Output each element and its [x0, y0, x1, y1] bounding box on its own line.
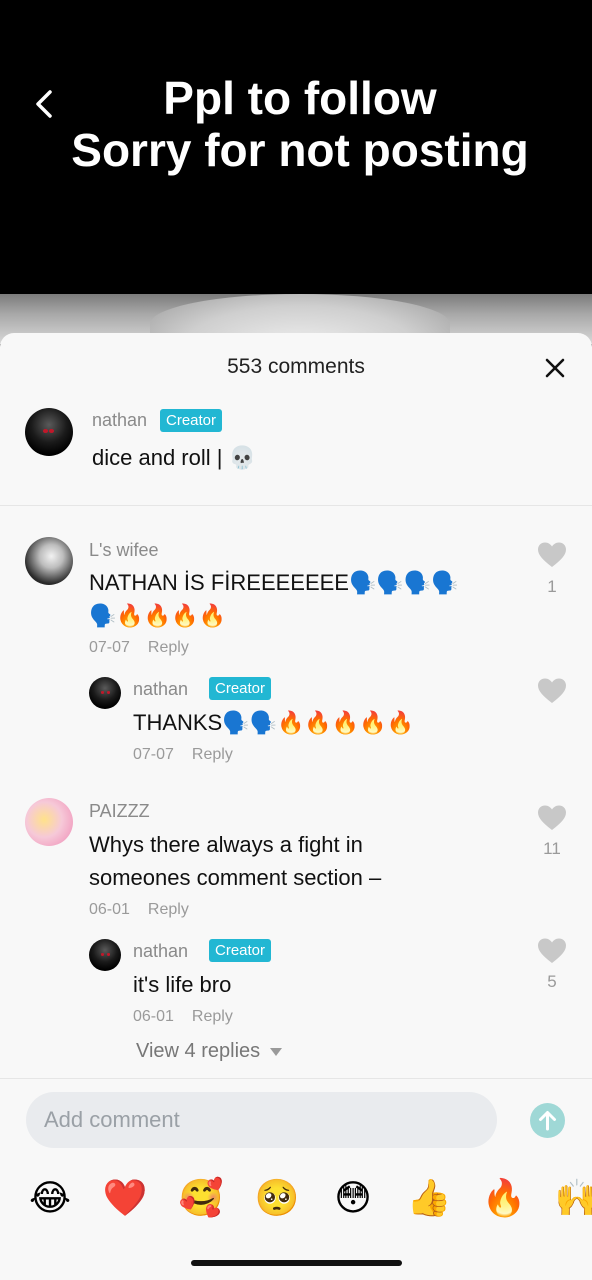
- reply-button[interactable]: Reply: [148, 639, 189, 656]
- comment-text-line-2: someones comment section –: [89, 865, 382, 890]
- emoji-raised-hands[interactable]: 🙌: [552, 1176, 592, 1220]
- creator-badge: Creator: [209, 939, 272, 962]
- username[interactable]: L's wifee: [89, 540, 158, 561]
- like-button[interactable]: [537, 541, 567, 569]
- heart-icon: [538, 542, 566, 567]
- emoji-pleading[interactable]: 🥺: [252, 1176, 302, 1220]
- username[interactable]: nathan: [92, 410, 147, 431]
- creator-badge: Creator: [160, 409, 223, 432]
- arrow-up-icon: [539, 1111, 556, 1131]
- add-comment-input[interactable]: [26, 1092, 497, 1148]
- like-button[interactable]: [537, 677, 567, 705]
- comment-input-bar: [0, 1078, 592, 1162]
- heart-icon: [538, 805, 566, 830]
- like-count: 1: [547, 577, 557, 596]
- emoji-smiling-hearts[interactable]: 🥰: [176, 1176, 226, 1220]
- caption-line-1: Ppl to follow: [163, 72, 437, 124]
- comment-meta: 06-01 Reply: [133, 1008, 233, 1026]
- username[interactable]: PAIZZZ: [89, 801, 150, 822]
- comment-text-line-1: NATHAN İS FİREEEEEEE🗣️🗣️🗣️🗣️: [89, 570, 459, 595]
- comment-date: 07-07: [89, 639, 130, 656]
- comment-text-line-1: Whys there always a fight in: [89, 832, 363, 857]
- quick-emoji-bar: 😂 ❤️ 🥰 🥺 😳 👍 🔥 🙌: [0, 1162, 592, 1242]
- comment-text: NATHAN İS FİREEEEEEE🗣️🗣️🗣️🗣️ 🗣️🔥🔥🔥🔥: [89, 566, 459, 632]
- creator-badge: Creator: [209, 677, 272, 700]
- comment-text: THANKS🗣️🗣️🔥🔥🔥🔥🔥: [133, 710, 414, 735]
- avatar[interactable]: [25, 798, 73, 846]
- comment-meta: 07-07 Reply: [133, 746, 233, 764]
- comment-meta: 07-07 Reply: [89, 639, 189, 657]
- reply-button[interactable]: Reply: [192, 1008, 233, 1025]
- view-replies-button[interactable]: View 4 replies: [136, 1040, 283, 1063]
- comment-date: 07-07: [133, 746, 174, 763]
- like-button[interactable]: [537, 804, 567, 832]
- comment-date: 06-01: [89, 901, 130, 918]
- caption-line-2: Sorry for not posting: [71, 124, 529, 176]
- avatar[interactable]: [25, 408, 73, 456]
- send-button[interactable]: [530, 1103, 565, 1138]
- like-count: 11: [543, 839, 561, 858]
- video-background: Ppl to follow Sorry for not posting: [0, 0, 592, 354]
- comment-text: it's life bro: [133, 972, 232, 997]
- emoji-fire[interactable]: 🔥: [479, 1176, 529, 1220]
- comment-text: Whys there always a fight in someones co…: [89, 828, 381, 894]
- emoji-thumbs-up[interactable]: 👍: [404, 1176, 454, 1220]
- reply-button[interactable]: Reply: [148, 901, 189, 918]
- emoji-heart[interactable]: ❤️: [100, 1176, 150, 1220]
- heart-icon: [538, 678, 566, 703]
- avatar[interactable]: [25, 537, 73, 585]
- like-count: 5: [547, 972, 557, 991]
- like-button[interactable]: [537, 937, 567, 965]
- comments-count-title: 553 comments: [227, 355, 365, 378]
- avatar[interactable]: [89, 939, 121, 971]
- heart-icon: [538, 938, 566, 963]
- reply-button[interactable]: Reply: [192, 746, 233, 763]
- caret-down-icon: [270, 1047, 283, 1056]
- comment-text-content: dice and roll | 💀: [92, 445, 256, 470]
- avatar[interactable]: [89, 677, 121, 709]
- close-button[interactable]: [541, 354, 569, 382]
- username[interactable]: nathan: [133, 679, 188, 700]
- pinned-creator-comment: nathan Creator dice and roll | 💀: [0, 405, 592, 505]
- divider: [0, 505, 592, 506]
- comment-text: dice and roll | 💀: [92, 441, 256, 474]
- comment-meta: 06-01 Reply: [89, 901, 189, 919]
- emoji-laughing[interactable]: 😂: [25, 1176, 75, 1220]
- username[interactable]: nathan: [133, 941, 188, 962]
- comment-text-line-2: 🗣️🔥🔥🔥🔥: [89, 603, 226, 628]
- home-indicator: [191, 1260, 402, 1266]
- view-replies-label: View 4 replies: [136, 1040, 261, 1062]
- video-caption: Ppl to follow Sorry for not posting: [40, 72, 560, 176]
- comment-date: 06-01: [133, 1008, 174, 1025]
- close-icon: [545, 358, 565, 378]
- emoji-flushed[interactable]: 😳: [328, 1176, 378, 1220]
